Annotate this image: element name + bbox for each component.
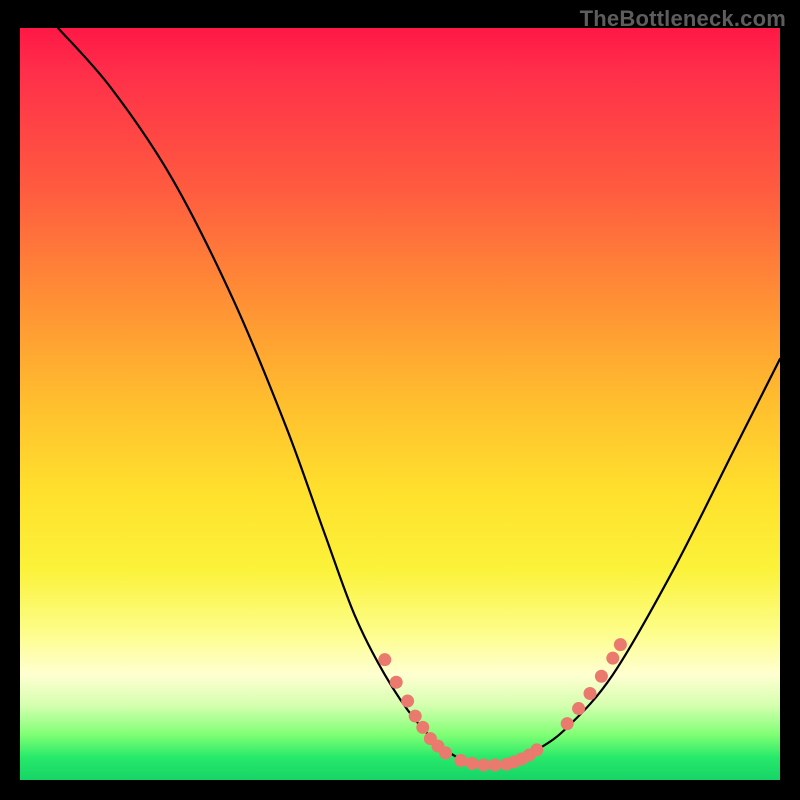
data-dot [409,710,422,723]
data-dot [614,638,627,651]
data-dot [584,687,597,700]
data-dot [401,695,414,708]
plot-area [20,28,780,780]
data-dot [439,746,452,759]
data-dot [530,743,543,756]
data-dot [561,717,574,730]
data-dot [572,702,585,715]
data-dot [595,670,608,683]
curve-layer [20,28,780,780]
data-dot [466,757,479,770]
data-dot [416,721,429,734]
bottleneck-curve [58,28,780,767]
data-dot [454,754,467,767]
data-dot [378,653,391,666]
chart-frame: TheBottleneck.com [0,0,800,800]
data-dot [489,758,502,771]
data-dot [606,652,619,665]
data-dot [477,758,490,771]
data-dot [390,676,403,689]
